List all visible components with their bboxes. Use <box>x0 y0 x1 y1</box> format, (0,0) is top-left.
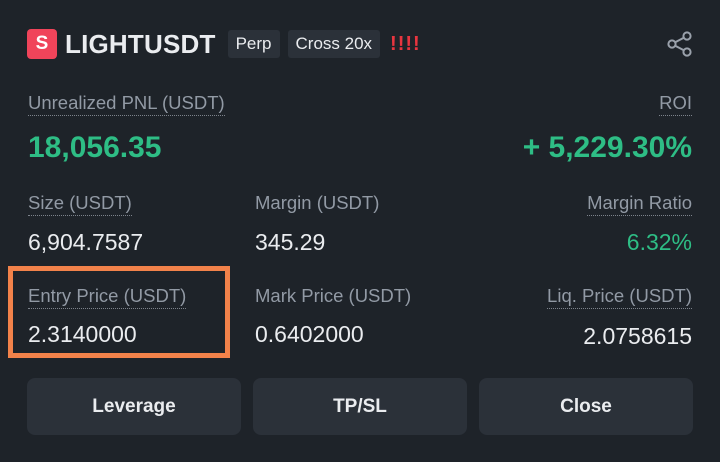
unrealized-pnl-value: 18,056.35 <box>28 131 162 164</box>
margin-ratio-label[interactable]: Margin Ratio <box>587 192 692 216</box>
size-value: 6,904.7587 <box>28 229 144 255</box>
entry-price-label[interactable]: Entry Price (USDT) <box>28 285 187 309</box>
symbol-name[interactable]: LIGHTUSDT <box>65 29 216 60</box>
close-button[interactable]: Close <box>479 378 693 435</box>
roi-value: + 5,229.30% <box>522 131 692 164</box>
margin-value: 345.29 <box>255 229 326 255</box>
mark-price-value: 0.6402000 <box>255 321 364 347</box>
margin-label: Margin (USDT) <box>255 192 380 213</box>
tpsl-button[interactable]: TP/SL <box>253 378 467 435</box>
leverage-button[interactable]: Leverage <box>27 378 241 435</box>
position-card: S LIGHTUSDT Perp Cross 20x !!!! Unrealiz… <box>0 0 720 462</box>
tag-contract-type: Perp <box>227 30 280 58</box>
position-header: S LIGHTUSDT Perp Cross 20x !!!! <box>27 28 421 60</box>
roi-label[interactable]: ROI <box>659 92 692 116</box>
share-icon[interactable] <box>666 30 694 58</box>
entry-price-value: 2.3140000 <box>28 321 137 347</box>
symbol-badge: S <box>27 29 57 59</box>
liq-price-label[interactable]: Liq. Price (USDT) <box>547 285 692 309</box>
unrealized-pnl-label[interactable]: Unrealized PNL (USDT) <box>28 92 225 116</box>
mark-price-label: Mark Price (USDT) <box>255 285 412 306</box>
margin-ratio-value: 6.32% <box>626 229 692 255</box>
size-label[interactable]: Size (USDT) <box>28 192 132 216</box>
warning-indicator: !!!! <box>390 32 421 55</box>
liq-price-value: 2.0758615 <box>583 323 692 349</box>
tag-margin-mode[interactable]: Cross 20x <box>287 30 381 58</box>
